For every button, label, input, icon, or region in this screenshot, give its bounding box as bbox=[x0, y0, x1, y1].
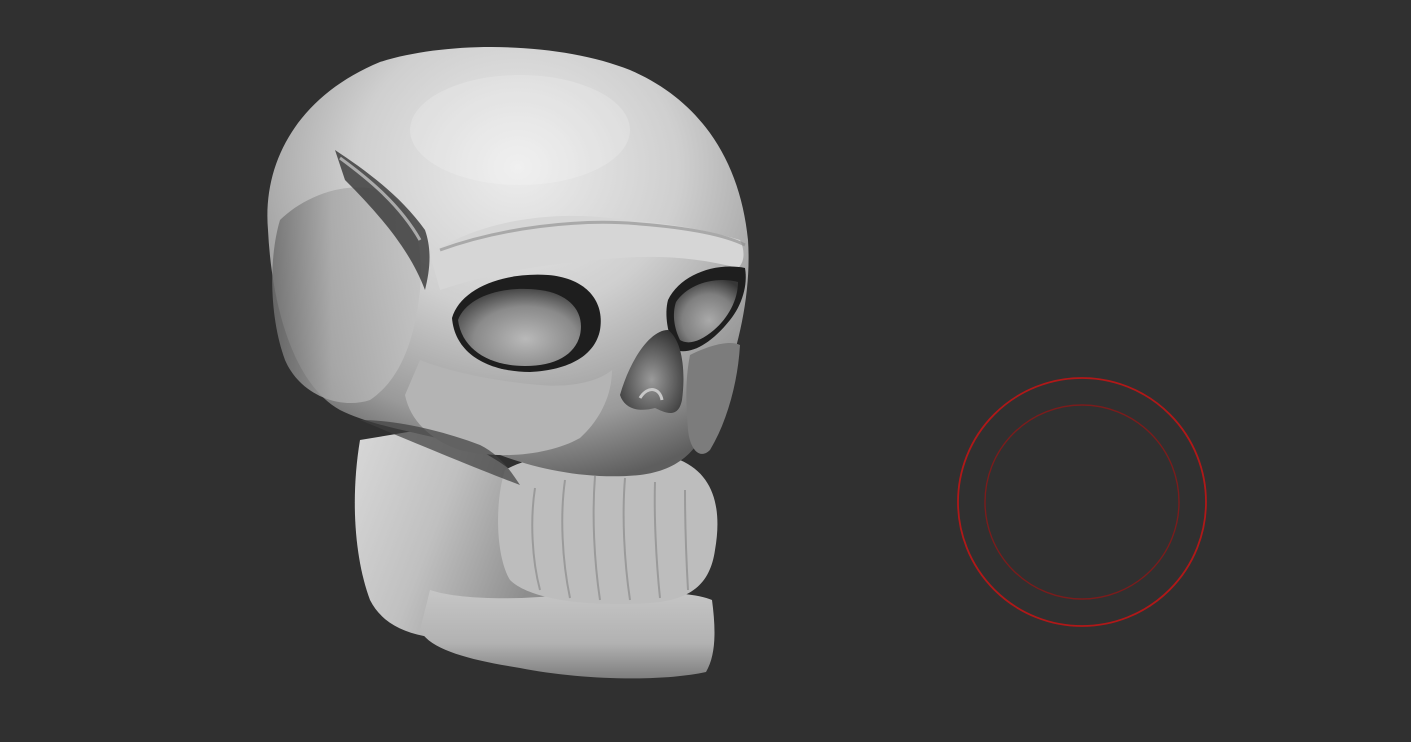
right-cheekbone bbox=[686, 343, 740, 454]
brush-inner-ring bbox=[984, 404, 1180, 600]
brush-outer-ring bbox=[957, 377, 1207, 627]
brush-cursor bbox=[957, 377, 1207, 627]
cranium-highlight bbox=[410, 75, 630, 185]
skull-chin bbox=[420, 590, 715, 679]
canvas-viewport[interactable] bbox=[0, 0, 1411, 742]
skull-model[interactable] bbox=[267, 47, 749, 679]
viewport-canvas[interactable] bbox=[0, 0, 1411, 742]
